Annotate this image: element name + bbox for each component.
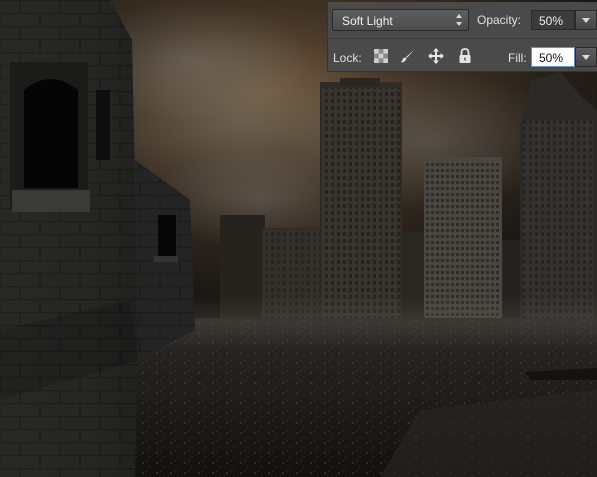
chevron-down-icon bbox=[582, 18, 590, 23]
fill-label: Fill: bbox=[508, 51, 527, 65]
padlock-icon[interactable] bbox=[457, 48, 473, 64]
fill-input[interactable]: 50% bbox=[531, 47, 575, 67]
lock-fill-row: Lock: Fill: 50% bbox=[328, 38, 597, 73]
opacity-dropdown-button[interactable] bbox=[575, 10, 597, 30]
opacity-input[interactable]: 50% bbox=[531, 10, 575, 30]
opacity-label: Opacity: bbox=[477, 13, 522, 27]
fill-dropdown-button[interactable] bbox=[575, 47, 597, 67]
updown-arrows-icon bbox=[456, 14, 462, 26]
transparency-lock-icon[interactable] bbox=[373, 48, 389, 64]
layers-panel-options: Soft Light Opacity: 50% Lock: Fill: 50% bbox=[327, 2, 597, 72]
brush-lock-icon[interactable] bbox=[400, 48, 416, 64]
blend-mode-dropdown[interactable]: Soft Light bbox=[332, 9, 469, 31]
blend-opacity-row: Soft Light Opacity: 50% bbox=[328, 2, 597, 38]
chevron-down-icon bbox=[582, 55, 590, 60]
move-lock-icon[interactable] bbox=[428, 48, 444, 64]
blend-mode-value: Soft Light bbox=[342, 14, 393, 28]
lock-label: Lock: bbox=[333, 51, 362, 65]
